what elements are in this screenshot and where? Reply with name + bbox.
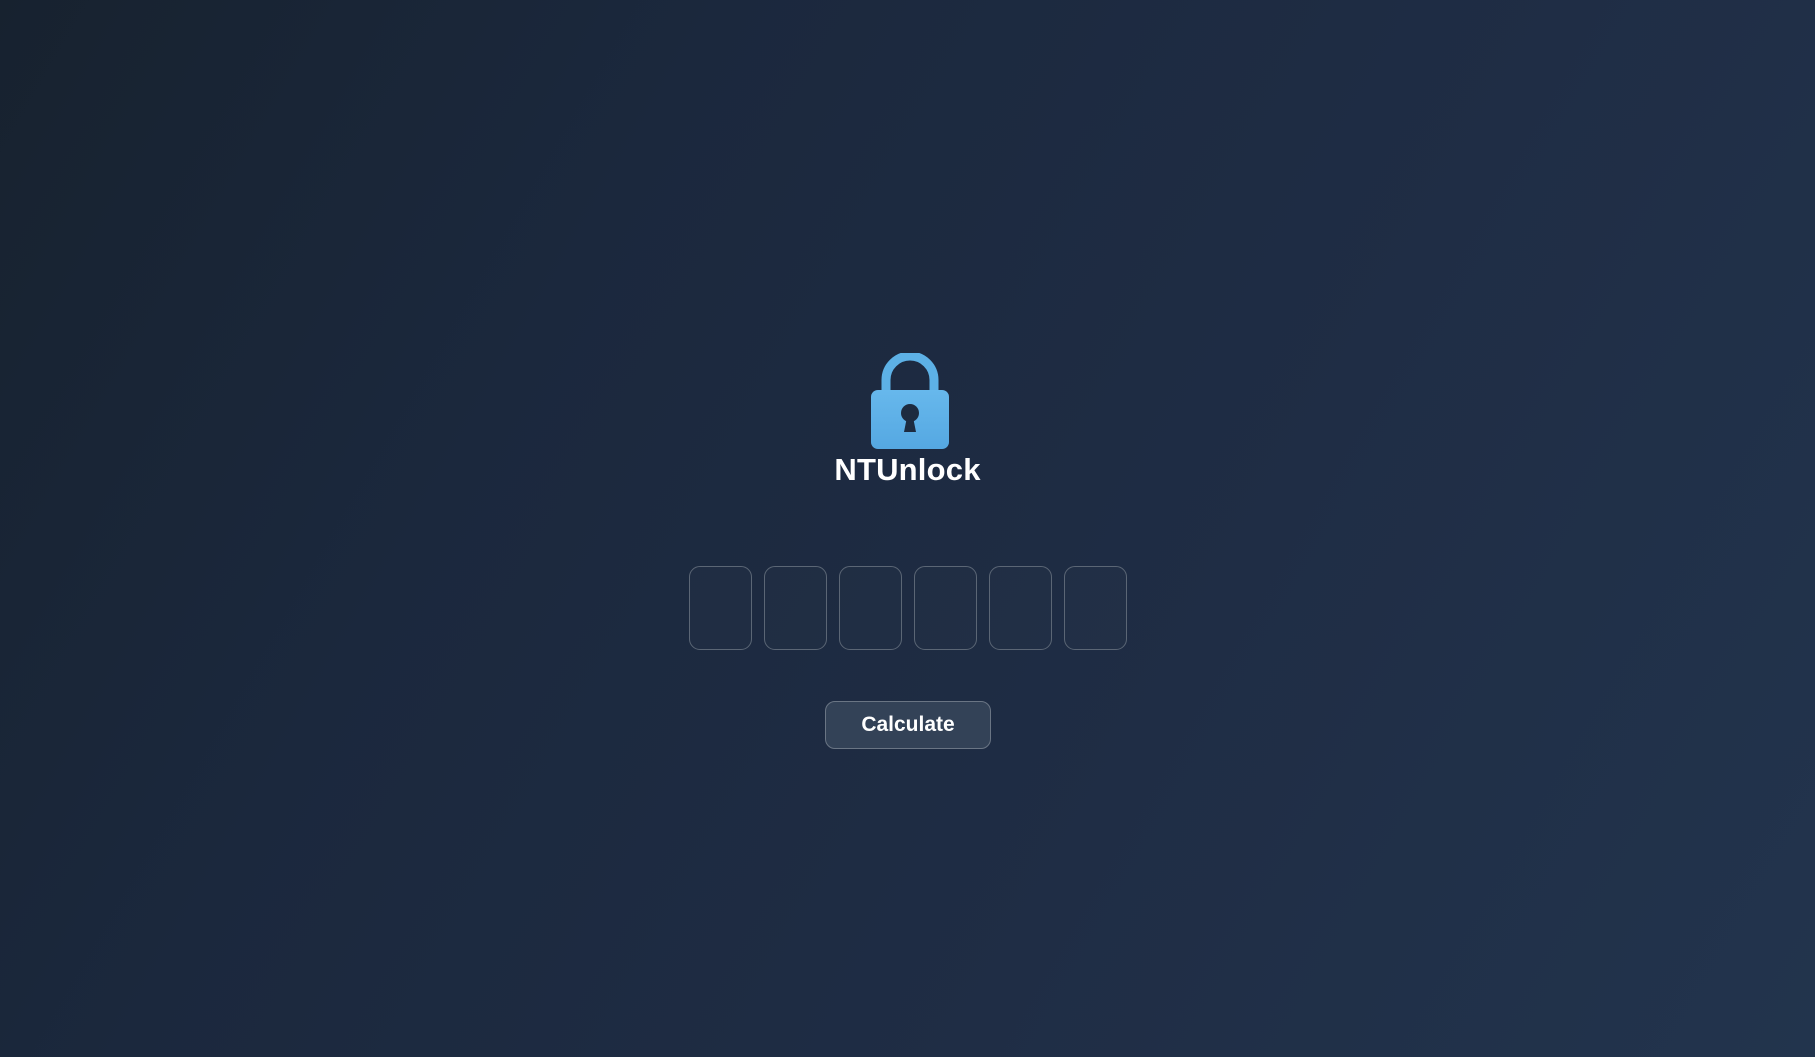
code-digit-5[interactable] xyxy=(989,566,1052,650)
code-digit-6[interactable] xyxy=(1064,566,1127,650)
code-digit-3[interactable] xyxy=(839,566,902,650)
code-digit-4[interactable] xyxy=(914,566,977,650)
code-digit-1[interactable] xyxy=(689,566,752,650)
calculate-button[interactable]: Calculate xyxy=(825,701,991,749)
app-title: NTUnlock xyxy=(834,452,981,487)
code-digit-2[interactable] xyxy=(764,566,827,650)
padlock-icon xyxy=(871,353,949,449)
code-input-group xyxy=(689,566,1128,650)
